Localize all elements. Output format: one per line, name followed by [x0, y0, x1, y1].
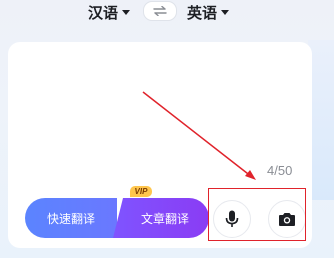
- annotation-highlight-box: [208, 188, 306, 241]
